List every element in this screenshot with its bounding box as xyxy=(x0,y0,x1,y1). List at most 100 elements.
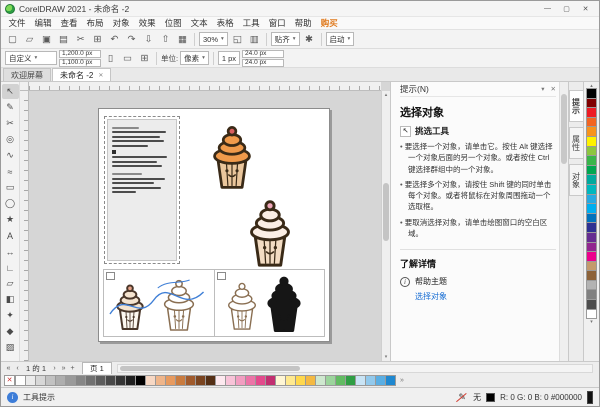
menu-item[interactable]: 表格 xyxy=(212,17,238,29)
vertical-scrollbar[interactable]: ▴ ▾ xyxy=(381,91,390,361)
crop-tool[interactable]: ✂ xyxy=(2,116,19,131)
no-color-swatch[interactable]: ✕ xyxy=(4,375,15,386)
freehand-tool[interactable]: ∿ xyxy=(2,148,19,163)
page-1-tab[interactable]: 页 1 xyxy=(82,362,112,374)
units-combobox[interactable]: 像素▾ xyxy=(180,51,209,65)
export-icon[interactable]: ⇧ xyxy=(158,32,173,47)
zoom-level-combobox[interactable]: 30%▾ xyxy=(199,32,228,46)
minimize-button-icon[interactable]: — xyxy=(538,2,557,16)
color-swatch[interactable] xyxy=(385,375,396,386)
palette-more-icon[interactable]: » xyxy=(400,378,404,384)
menu-item[interactable]: 查看 xyxy=(56,17,82,29)
redo-icon[interactable]: ↷ xyxy=(124,32,139,47)
launch-dropdown[interactable]: 启动▾ xyxy=(326,32,355,46)
orange-cupcake-graphic[interactable] xyxy=(203,123,261,191)
docker-tab[interactable]: 对象 xyxy=(569,164,584,196)
color-eyedropper-tool[interactable]: ✦ xyxy=(2,308,19,323)
portrait-orientation-icon[interactable]: ▯ xyxy=(103,51,118,66)
black-cupcake-graphic[interactable] xyxy=(259,274,309,334)
scrollbar-thumb[interactable] xyxy=(561,94,567,164)
menu-item[interactable]: 帮助 xyxy=(290,17,316,29)
menu-item[interactable]: 对象 xyxy=(108,17,134,29)
drawing-page[interactable] xyxy=(98,108,330,342)
transparency-tool[interactable]: ◧ xyxy=(2,292,19,307)
page-preset-combobox[interactable]: 自定义▾ xyxy=(5,51,57,65)
page-height-field[interactable]: 1,100.0 px xyxy=(59,59,101,67)
fullscreen-preview-icon[interactable]: ◱ xyxy=(230,32,245,47)
scrollbar-thumb[interactable] xyxy=(120,366,300,371)
menu-item[interactable]: 位图 xyxy=(160,17,186,29)
duplicate-distance-x-field[interactable]: 24.0 px xyxy=(242,50,284,58)
page-nav-icon[interactable]: ‹ xyxy=(13,365,22,372)
pdf-icon[interactable]: ▦ xyxy=(175,32,190,47)
print-icon[interactable]: ▤ xyxy=(56,32,71,47)
smart-fill-tool[interactable]: ▨ xyxy=(2,340,19,355)
docker-tab[interactable]: 提示 xyxy=(569,90,584,122)
all-pages-icon[interactable]: ⊞ xyxy=(137,51,152,66)
docker-menu-icon[interactable]: ▾ xyxy=(541,85,544,93)
landscape-orientation-icon[interactable]: ▭ xyxy=(120,51,135,66)
options-icon[interactable]: ✱ xyxy=(302,32,317,47)
select-objects-link[interactable]: 选择对象 xyxy=(415,291,556,302)
menu-item[interactable]: 购买 xyxy=(316,17,342,29)
tutorial-frames-object[interactable] xyxy=(103,269,325,337)
menu-item[interactable]: 编辑 xyxy=(30,17,56,29)
save-icon[interactable]: ▣ xyxy=(39,32,54,47)
color-swatch[interactable] xyxy=(586,309,597,320)
nudge-distance-field[interactable]: 1 px xyxy=(218,51,240,65)
artistic-media-tool[interactable]: ≈ xyxy=(2,164,19,179)
import-icon[interactable]: ⇩ xyxy=(141,32,156,47)
pink-cupcake-graphic[interactable] xyxy=(239,197,301,269)
rectangle-tool[interactable]: ▭ xyxy=(2,180,19,195)
menu-item[interactable]: 文本 xyxy=(186,17,212,29)
outline-pen-icon[interactable]: ✎ xyxy=(456,392,468,403)
docker-tab[interactable]: 属性 xyxy=(569,127,584,159)
duplicate-distance-y-field[interactable]: 24.0 px xyxy=(242,59,284,67)
pick-tool[interactable]: ↖ xyxy=(2,84,19,99)
undo-icon[interactable]: ↶ xyxy=(107,32,122,47)
frame-sketch-step[interactable] xyxy=(104,270,214,336)
palette-scroll-down-icon[interactable]: ▾ xyxy=(590,319,593,325)
traced-cupcake-graphic[interactable] xyxy=(156,277,202,333)
scrollbar-thumb[interactable] xyxy=(383,183,389,241)
new-document-icon[interactable]: ▢ xyxy=(5,32,20,47)
outline-cupcake-graphic[interactable] xyxy=(221,280,263,332)
docker-close-icon[interactable]: ✕ xyxy=(551,85,556,93)
ruler-origin-corner[interactable] xyxy=(20,82,29,91)
scroll-down-icon[interactable]: ▾ xyxy=(382,354,390,360)
horizontal-scrollbar[interactable] xyxy=(117,364,593,373)
connector-tool[interactable]: ∟ xyxy=(2,260,19,275)
maximize-button-icon[interactable]: ▢ xyxy=(557,2,576,16)
menu-item[interactable]: 布局 xyxy=(82,17,108,29)
tan-cupcake-graphic[interactable] xyxy=(110,282,150,332)
page-nav-icon[interactable]: + xyxy=(68,365,77,372)
tab-welcome-screen[interactable]: 欢迎屏幕 xyxy=(3,68,51,81)
vertical-ruler[interactable] xyxy=(20,91,29,361)
parallel-dimension-tool[interactable]: ↔ xyxy=(2,244,19,259)
docker-scrollbar[interactable] xyxy=(559,82,568,361)
shadow-tool[interactable]: ▱ xyxy=(2,276,19,291)
menu-item[interactable]: 窗口 xyxy=(264,17,290,29)
close-tab-icon[interactable]: ✕ xyxy=(98,72,103,79)
frame-silhouette-step[interactable] xyxy=(214,270,325,336)
shape-tool[interactable]: ✎ xyxy=(2,100,19,115)
scroll-up-icon[interactable]: ▴ xyxy=(382,92,390,98)
polygon-tool[interactable]: ★ xyxy=(2,212,19,227)
page-nav-icon[interactable]: « xyxy=(4,365,13,372)
drawing-canvas[interactable]: ▴ ▾ xyxy=(20,82,390,361)
help-topic-row[interactable]: i 帮助主题 xyxy=(400,276,556,287)
page-width-field[interactable]: 1,200.0 px xyxy=(59,50,101,58)
interactive-fill-tool[interactable]: ◆ xyxy=(2,324,19,339)
tab-untitled-2[interactable]: 未命名 -2 ✕ xyxy=(52,68,111,81)
fill-color-swatch[interactable] xyxy=(486,393,495,402)
menu-item[interactable]: 效果 xyxy=(134,17,160,29)
page-nav-icon[interactable]: › xyxy=(50,365,59,372)
text-tool[interactable]: A xyxy=(2,228,19,243)
page-nav-icon[interactable]: » xyxy=(59,365,68,372)
open-icon[interactable]: ▱ xyxy=(22,32,37,47)
menu-item[interactable]: 文件 xyxy=(4,17,30,29)
show-rulers-icon[interactable]: ▥ xyxy=(247,32,262,47)
ellipse-tool[interactable]: ◯ xyxy=(2,196,19,211)
horizontal-ruler[interactable] xyxy=(29,82,381,91)
zoom-tool[interactable]: ◎ xyxy=(2,132,19,147)
